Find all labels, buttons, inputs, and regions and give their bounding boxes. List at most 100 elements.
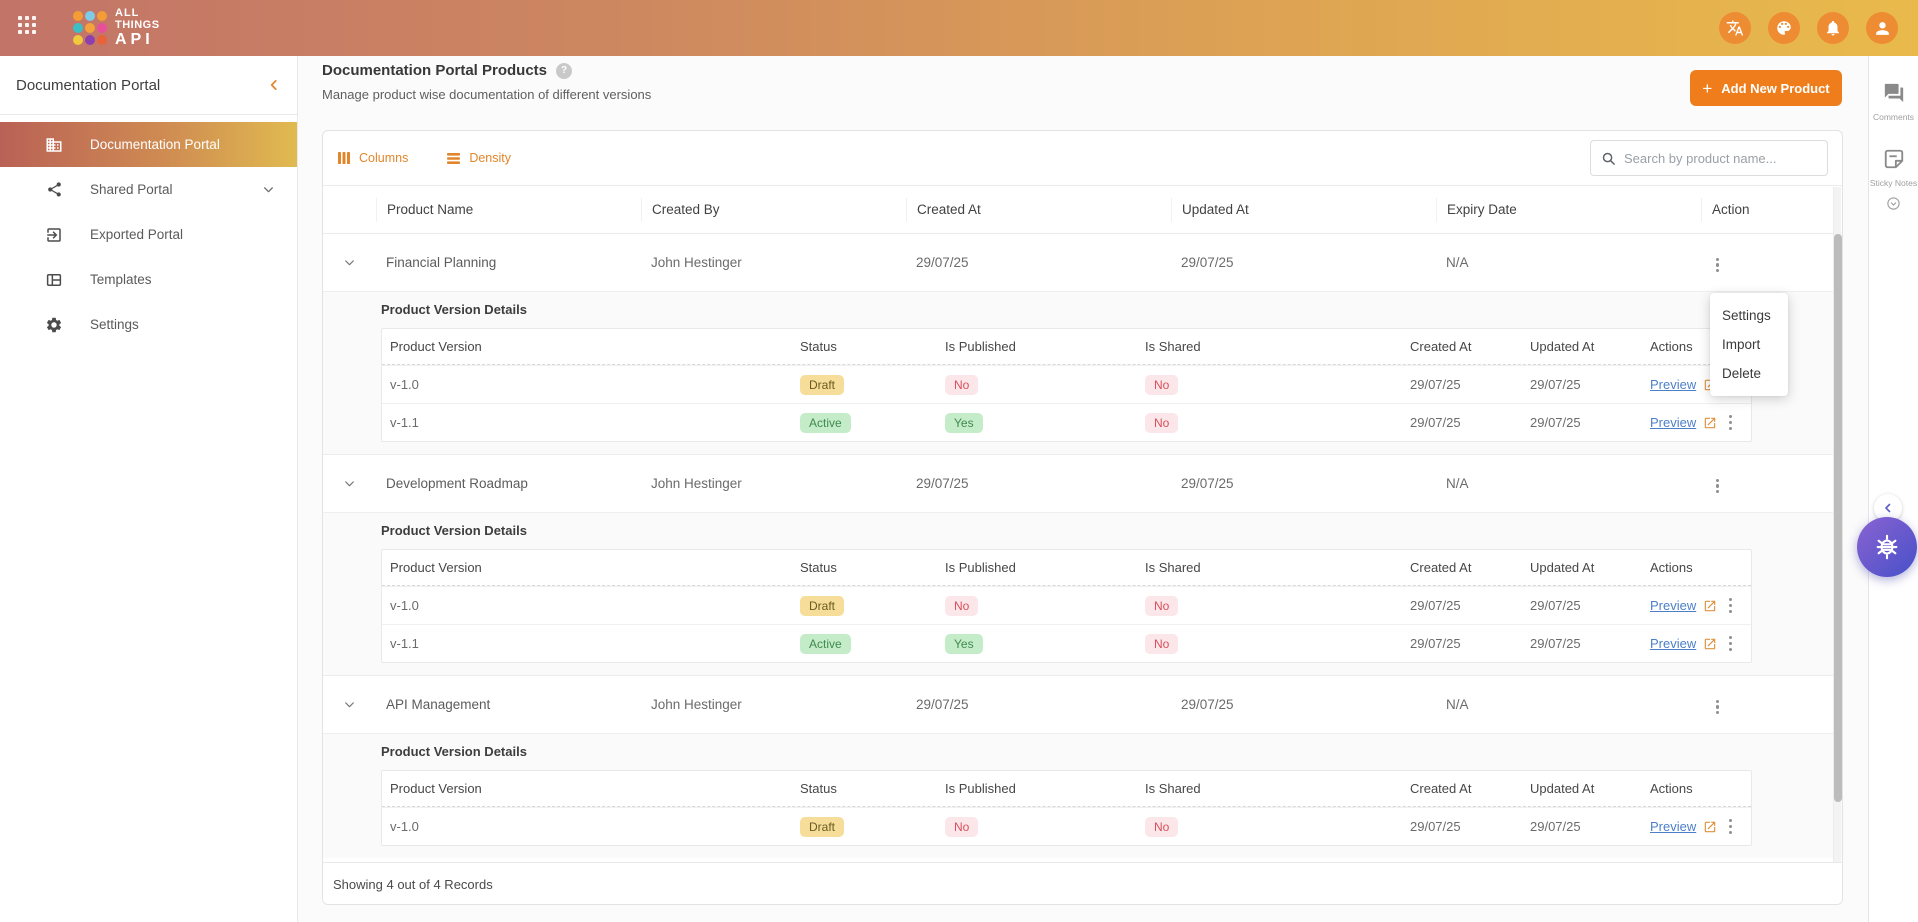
version-actions-kebab-icon[interactable] <box>1724 815 1737 838</box>
row-actions-kebab-icon[interactable] <box>1711 475 1724 498</box>
version-column-header: Product Version <box>382 560 792 575</box>
preview-link[interactable]: Preview <box>1650 598 1696 613</box>
version-actions-kebab-icon[interactable] <box>1724 632 1737 655</box>
product-row: Development Roadmap John Hestinger 29/07… <box>323 454 1842 512</box>
context-menu-item-settings[interactable]: Settings <box>1710 301 1788 330</box>
search-input[interactable] <box>1624 151 1817 166</box>
bug-icon <box>1872 532 1902 562</box>
theme-palette-icon[interactable] <box>1768 12 1800 44</box>
version-updated-at: 29/07/25 <box>1522 377 1642 392</box>
density-button[interactable]: Density <box>446 151 511 165</box>
bug-report-floating-button[interactable] <box>1857 517 1917 577</box>
expand-row-button[interactable] <box>323 256 376 269</box>
version-column-header: Status <box>792 339 937 354</box>
sidebar-collapse-icon[interactable] <box>267 78 281 92</box>
is-published-badge: Yes <box>945 634 983 654</box>
sidebar-item-settings[interactable]: Settings <box>0 302 297 347</box>
row-actions-kebab-icon[interactable] <box>1711 696 1724 719</box>
sticky-notes-button[interactable]: Sticky Notes <box>1870 148 1917 188</box>
version-column-header: Is Shared <box>1137 781 1402 796</box>
external-link-icon[interactable] <box>1703 416 1717 430</box>
external-link-icon[interactable] <box>1703 820 1717 834</box>
version-row: v-1.1 Active Yes No 29/07/25 29/07/25 Pr… <box>382 403 1751 441</box>
version-row: v-1.1 Active Yes No 29/07/25 29/07/25 Pr… <box>382 624 1751 662</box>
row-context-menu: Settings Import Delete <box>1710 293 1788 396</box>
apps-grid-icon[interactable] <box>18 16 37 40</box>
product-version-panel: Product Version Details Product VersionS… <box>323 733 1842 858</box>
version-subtable: Product VersionStatusIs PublishedIs Shar… <box>381 549 1752 663</box>
scrollbar-thumb[interactable] <box>1834 234 1842 802</box>
preview-link[interactable]: Preview <box>1650 415 1696 430</box>
preview-link[interactable]: Preview <box>1650 819 1696 834</box>
search-icon <box>1601 151 1616 166</box>
rail-chevron-down-icon[interactable] <box>1886 196 1901 216</box>
version-name: v-1.0 <box>382 819 792 834</box>
sidebar-item-label: Shared Portal <box>90 182 173 197</box>
created-by: John Hestinger <box>641 255 906 270</box>
version-name: v-1.1 <box>382 636 792 651</box>
version-name: v-1.0 <box>382 598 792 613</box>
add-new-product-button[interactable]: + Add New Product <box>1690 70 1842 106</box>
chevron-down-icon <box>343 256 356 269</box>
external-link-icon[interactable] <box>1703 599 1717 613</box>
version-header-row: Product VersionStatusIs PublishedIs Shar… <box>382 329 1751 365</box>
is-shared-badge: No <box>1145 413 1178 433</box>
external-link-icon[interactable] <box>1703 637 1717 651</box>
chevron-down-icon <box>343 698 356 711</box>
created-at: 29/07/25 <box>906 476 1171 491</box>
product-row: API Management John Hestinger 29/07/25 2… <box>323 675 1842 733</box>
profile-icon[interactable] <box>1866 12 1898 44</box>
left-sidebar: Documentation Portal Documentation Porta… <box>0 56 298 922</box>
version-actions-kebab-icon[interactable] <box>1724 594 1737 617</box>
version-subtable: Product VersionStatusIs PublishedIs Shar… <box>381 770 1752 846</box>
sidebar-item-exported-portal[interactable]: Exported Portal <box>0 212 297 257</box>
version-created-at: 29/07/25 <box>1402 377 1522 392</box>
version-column-header: Is Shared <box>1137 560 1402 575</box>
help-icon[interactable]: ? <box>556 63 572 79</box>
columns-button[interactable]: Columns <box>337 151 408 165</box>
is-published-badge: No <box>945 375 978 395</box>
chevron-down-icon <box>262 183 275 196</box>
version-created-at: 29/07/25 <box>1402 415 1522 430</box>
preview-link[interactable]: Preview <box>1650 636 1696 651</box>
context-menu-item-delete[interactable]: Delete <box>1710 359 1788 388</box>
version-header-row: Product VersionStatusIs PublishedIs Shar… <box>382 550 1751 586</box>
building-icon <box>44 136 64 154</box>
preview-link[interactable]: Preview <box>1650 377 1696 392</box>
updated-at: 29/07/25 <box>1171 476 1436 491</box>
expand-row-button[interactable] <box>323 477 376 490</box>
table-scrollbar[interactable] <box>1833 187 1841 862</box>
column-header[interactable]: Action <box>1701 198 1842 222</box>
context-menu-item-import[interactable]: Import <box>1710 330 1788 359</box>
sidebar-item-documentation-portal[interactable]: Documentation Portal <box>0 122 297 167</box>
sidebar-item-templates[interactable]: Templates <box>0 257 297 302</box>
translate-icon[interactable] <box>1719 12 1751 44</box>
is-published-badge: Yes <box>945 413 983 433</box>
products-table-card: Columns Density Product Name Created By … <box>322 130 1843 905</box>
version-column-header: Updated At <box>1522 560 1642 575</box>
product-row: Financial Planning John Hestinger 29/07/… <box>323 233 1842 291</box>
row-actions-kebab-icon[interactable] <box>1711 254 1724 277</box>
column-header[interactable]: Created By <box>641 198 906 222</box>
column-header[interactable]: Expiry Date <box>1436 198 1701 222</box>
gear-icon <box>44 316 64 334</box>
column-header[interactable]: Created At <box>906 198 1171 222</box>
table-viewport: Product Name Created By Created At Updat… <box>323 186 1842 862</box>
expand-row-button[interactable] <box>323 698 376 711</box>
is-shared-badge: No <box>1145 634 1178 654</box>
version-actions-kebab-icon[interactable] <box>1724 411 1737 434</box>
app-root: ALL THINGS API Documentation Portal <box>0 0 1918 922</box>
column-header[interactable]: Updated At <box>1171 198 1436 222</box>
sidebar-item-shared-portal[interactable]: Shared Portal <box>0 167 297 212</box>
comments-button[interactable]: Comments <box>1873 82 1914 122</box>
notifications-bell-icon[interactable] <box>1817 12 1849 44</box>
version-column-header: Status <box>792 560 937 575</box>
product-name: Development Roadmap <box>376 476 641 491</box>
records-count-text: Showing 4 out of 4 Records <box>333 877 493 892</box>
templates-icon <box>44 271 64 289</box>
column-header[interactable]: Product Name <box>376 198 641 222</box>
version-section-title: Product Version Details <box>381 744 1752 759</box>
version-row: v-1.0 Draft No No 29/07/25 29/07/25 Prev… <box>382 365 1751 403</box>
status-badge: Draft <box>800 817 844 837</box>
version-name: v-1.0 <box>382 377 792 392</box>
